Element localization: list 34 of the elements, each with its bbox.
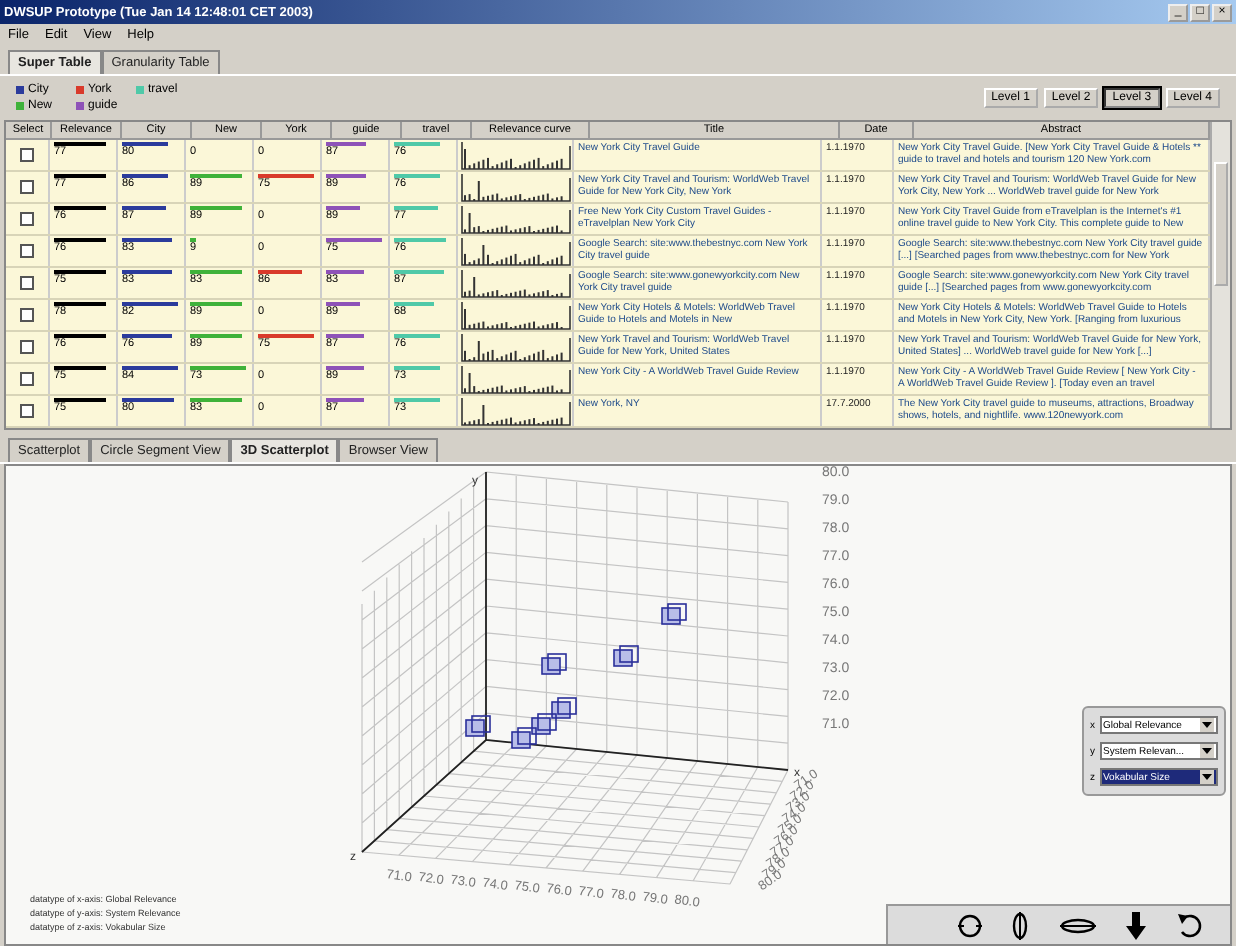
- data-point-cube: [613, 645, 639, 667]
- rotate-icon[interactable]: [955, 911, 983, 939]
- horizontal-rotate-icon[interactable]: [1057, 915, 1097, 935]
- caret-icon[interactable]: [1200, 770, 1214, 784]
- relevance-curve-drawing: [459, 333, 571, 361]
- data-point-cube: [551, 697, 577, 719]
- caret-icon[interactable]: [1200, 718, 1214, 732]
- data-point-cube: [465, 715, 491, 737]
- checkbox[interactable]: [20, 180, 34, 194]
- data-point-cube: [511, 727, 537, 749]
- relevance-curve-drawing: [459, 205, 571, 233]
- relevance-curve-drawing: [459, 173, 571, 201]
- data-point-cube: [661, 603, 687, 625]
- reset-icon[interactable]: [1175, 911, 1203, 939]
- scrollbar[interactable]: [1210, 122, 1230, 428]
- relevance-curve-drawing: [459, 301, 571, 329]
- checkbox[interactable]: [20, 276, 34, 290]
- caret-icon[interactable]: [1200, 744, 1214, 758]
- checkbox[interactable]: [20, 244, 34, 258]
- vertical-rotate-icon[interactable]: [1010, 909, 1030, 941]
- checkbox[interactable]: [20, 404, 34, 418]
- checkbox[interactable]: [20, 148, 34, 162]
- data-point-cube: [531, 713, 557, 735]
- checkbox[interactable]: [20, 340, 34, 354]
- relevance-curve-drawing: [459, 397, 571, 425]
- relevance-curve-drawing: [459, 237, 571, 265]
- relevance-curve-drawing: [459, 365, 571, 393]
- checkbox[interactable]: [20, 372, 34, 386]
- checkbox[interactable]: [20, 212, 34, 226]
- relevance-curve-drawing: [459, 141, 571, 169]
- checkbox[interactable]: [20, 308, 34, 322]
- relevance-curve-drawing: [459, 269, 571, 297]
- down-arrow-icon[interactable]: [1124, 909, 1148, 941]
- data-point-cube: [541, 653, 567, 675]
